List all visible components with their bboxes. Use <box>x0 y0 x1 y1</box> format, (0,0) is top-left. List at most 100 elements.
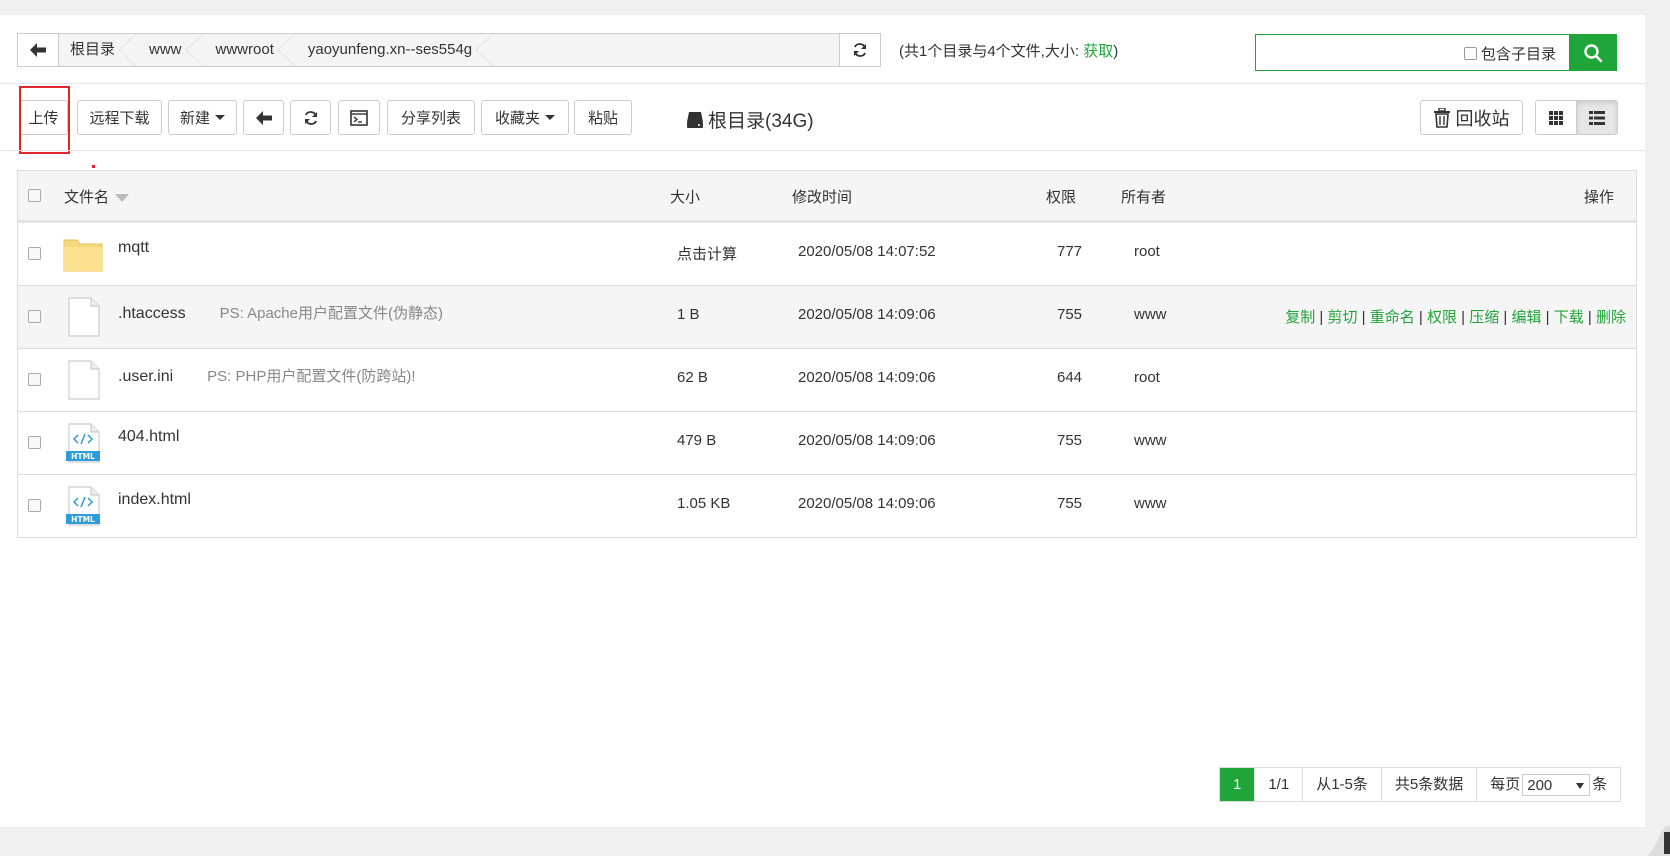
file-permission[interactable]: 755 <box>1057 306 1082 323</box>
table-row[interactable]: mqtt 点击计算 2020/05/08 14:07:52 777 root <box>18 223 1636 286</box>
header-filename[interactable]: 文件名 <box>64 186 130 207</box>
table-row[interactable]: HTML index.html 1.05 KB 2020/05/08 14:09… <box>18 475 1636 537</box>
path-back-button[interactable] <box>18 34 59 66</box>
action-rename[interactable]: 重命名 <box>1370 309 1415 326</box>
page-range: 从1-5条 <box>1303 768 1382 801</box>
refresh-button[interactable] <box>290 100 331 135</box>
header-permission[interactable]: 权限 <box>1046 186 1076 207</box>
file-name[interactable]: .htaccess PS: Apache用户配置文件(伪静态) <box>118 302 443 323</box>
file-name[interactable]: 404.html <box>118 428 179 446</box>
grid-view-icon <box>1549 110 1563 125</box>
annotation-dot <box>92 165 95 168</box>
recycle-bin-button[interactable]: 回收站 <box>1420 100 1523 135</box>
table-row[interactable]: .htaccess PS: Apache用户配置文件(伪静态) 1 B 2020/… <box>18 286 1636 349</box>
row-actions: 复制 | 剪切 | 重命名 | 权限 | 压缩 | 编辑 | 下载 | 删除 <box>1285 309 1626 326</box>
refresh-icon <box>853 43 867 57</box>
refresh-icon <box>304 110 317 125</box>
row-checkbox[interactable] <box>28 373 41 386</box>
grid-view-button[interactable] <box>1535 100 1577 135</box>
folder-icon[interactable] <box>63 234 103 274</box>
file-name-text: index.html <box>118 491 191 508</box>
breadcrumb-item-site[interactable]: yaoyunfeng.xn--ses554g <box>296 33 495 67</box>
row-checkbox[interactable] <box>28 499 41 512</box>
action-delete[interactable]: 删除 <box>1596 309 1626 326</box>
file-owner[interactable]: www <box>1134 495 1167 512</box>
file-name[interactable]: .user.ini PS: PHP用户配置文件(防跨站)! <box>118 365 416 386</box>
search-button[interactable] <box>1569 35 1616 70</box>
row-checkbox[interactable] <box>28 310 41 323</box>
table-row[interactable]: HTML 404.html 479 B 2020/05/08 14:09:06 … <box>18 412 1636 475</box>
header-filename-label: 文件名 <box>64 189 110 206</box>
action-edit[interactable]: 编辑 <box>1511 309 1541 326</box>
per-page-unit: 条 <box>1592 776 1608 793</box>
file-mtime: 2020/05/08 14:09:06 <box>798 369 936 386</box>
list-view-button[interactable] <box>1576 100 1618 135</box>
disk-info[interactable]: 根目录(34G) <box>686 106 814 133</box>
file-icon[interactable] <box>63 297 103 337</box>
per-page-control: 每页 200 条 <box>1477 768 1620 801</box>
remote-download-button[interactable]: 远程下载 <box>77 100 162 135</box>
favorites-dropdown-button[interactable]: 收藏夹 <box>481 100 569 135</box>
file-permission[interactable]: 755 <box>1057 432 1082 449</box>
list-view-icon <box>1589 110 1605 125</box>
file-name-text: .htaccess <box>118 305 186 322</box>
file-owner[interactable]: root <box>1134 243 1160 260</box>
file-size: 1.05 KB <box>677 495 731 512</box>
file-owner[interactable]: www <box>1134 432 1167 449</box>
arrow-left-icon <box>255 110 272 125</box>
file-permission[interactable]: 644 <box>1057 369 1082 386</box>
file-name-text: mqtt <box>118 239 150 256</box>
file-name-text: .user.ini <box>118 368 174 385</box>
disk-label: 根目录(34G) <box>708 111 814 132</box>
hdd-icon <box>687 111 703 128</box>
action-copy[interactable]: 复制 <box>1285 309 1315 326</box>
paste-button[interactable]: 粘贴 <box>574 100 632 135</box>
table-header: 文件名 大小 修改时间 权限 所有者 操作 <box>18 171 1636 223</box>
breadcrumb-item-root[interactable]: 根目录 <box>58 33 138 67</box>
header-owner[interactable]: 所有者 <box>1121 186 1166 207</box>
include-subdir-option[interactable]: 包含子目录 <box>1463 43 1556 64</box>
new-label: 新建 <box>179 110 210 127</box>
svg-text:HTML: HTML <box>71 452 95 461</box>
row-checkbox[interactable] <box>28 247 41 260</box>
action-compress[interactable]: 压缩 <box>1469 309 1499 326</box>
recycle-bin-label: 回收站 <box>1455 108 1510 129</box>
action-download[interactable]: 下载 <box>1554 309 1584 326</box>
terminal-button[interactable] <box>338 100 380 135</box>
html-file-icon[interactable]: HTML <box>63 423 103 463</box>
include-subdir-checkbox[interactable] <box>1463 47 1477 60</box>
breadcrumb-item-wwwroot[interactable]: wwwroot <box>204 33 297 67</box>
pagination: 1 1/1 从1-5条 共5条数据 每页 200 条 <box>1219 767 1622 802</box>
remote-download-label: 远程下载 <box>89 110 150 127</box>
action-permission[interactable]: 权限 <box>1427 309 1457 326</box>
file-permission[interactable]: 777 <box>1057 243 1082 260</box>
file-mtime: 2020/05/08 14:09:06 <box>798 495 936 512</box>
file-note: PS: Apache用户配置文件(伪静态) <box>219 305 443 322</box>
page-current[interactable]: 1 <box>1220 768 1256 801</box>
file-permission[interactable]: 755 <box>1057 495 1082 512</box>
file-icon[interactable] <box>63 360 103 400</box>
svg-text:HTML: HTML <box>71 515 95 524</box>
breadcrumb-item-www[interactable]: www <box>137 33 204 67</box>
calculate-size-link[interactable]: 点击计算 <box>677 243 737 264</box>
get-size-link[interactable]: 获取 <box>1083 43 1113 60</box>
row-checkbox[interactable] <box>28 436 41 449</box>
file-owner[interactable]: www <box>1134 306 1167 323</box>
per-page-label: 每页 <box>1490 776 1521 793</box>
new-dropdown-button[interactable]: 新建 <box>168 100 237 135</box>
file-owner[interactable]: root <box>1134 369 1160 386</box>
path-refresh-button[interactable] <box>839 34 880 66</box>
file-name[interactable]: index.html <box>118 491 191 509</box>
table-row[interactable]: .user.ini PS: PHP用户配置文件(防跨站)! 62 B 2020/0… <box>18 349 1636 412</box>
file-size: 62 B <box>677 369 708 386</box>
per-page-select[interactable]: 200 <box>1522 774 1591 797</box>
share-list-button[interactable]: 分享列表 <box>387 100 475 135</box>
header-mtime[interactable]: 修改时间 <box>792 186 852 207</box>
html-file-icon[interactable]: HTML <box>63 486 103 526</box>
divider <box>0 83 1645 84</box>
action-cut[interactable]: 剪切 <box>1327 309 1357 326</box>
file-name[interactable]: mqtt <box>118 239 149 257</box>
header-size[interactable]: 大小 <box>670 186 700 207</box>
select-all-checkbox[interactable] <box>28 189 41 202</box>
go-back-button[interactable] <box>243 100 284 135</box>
